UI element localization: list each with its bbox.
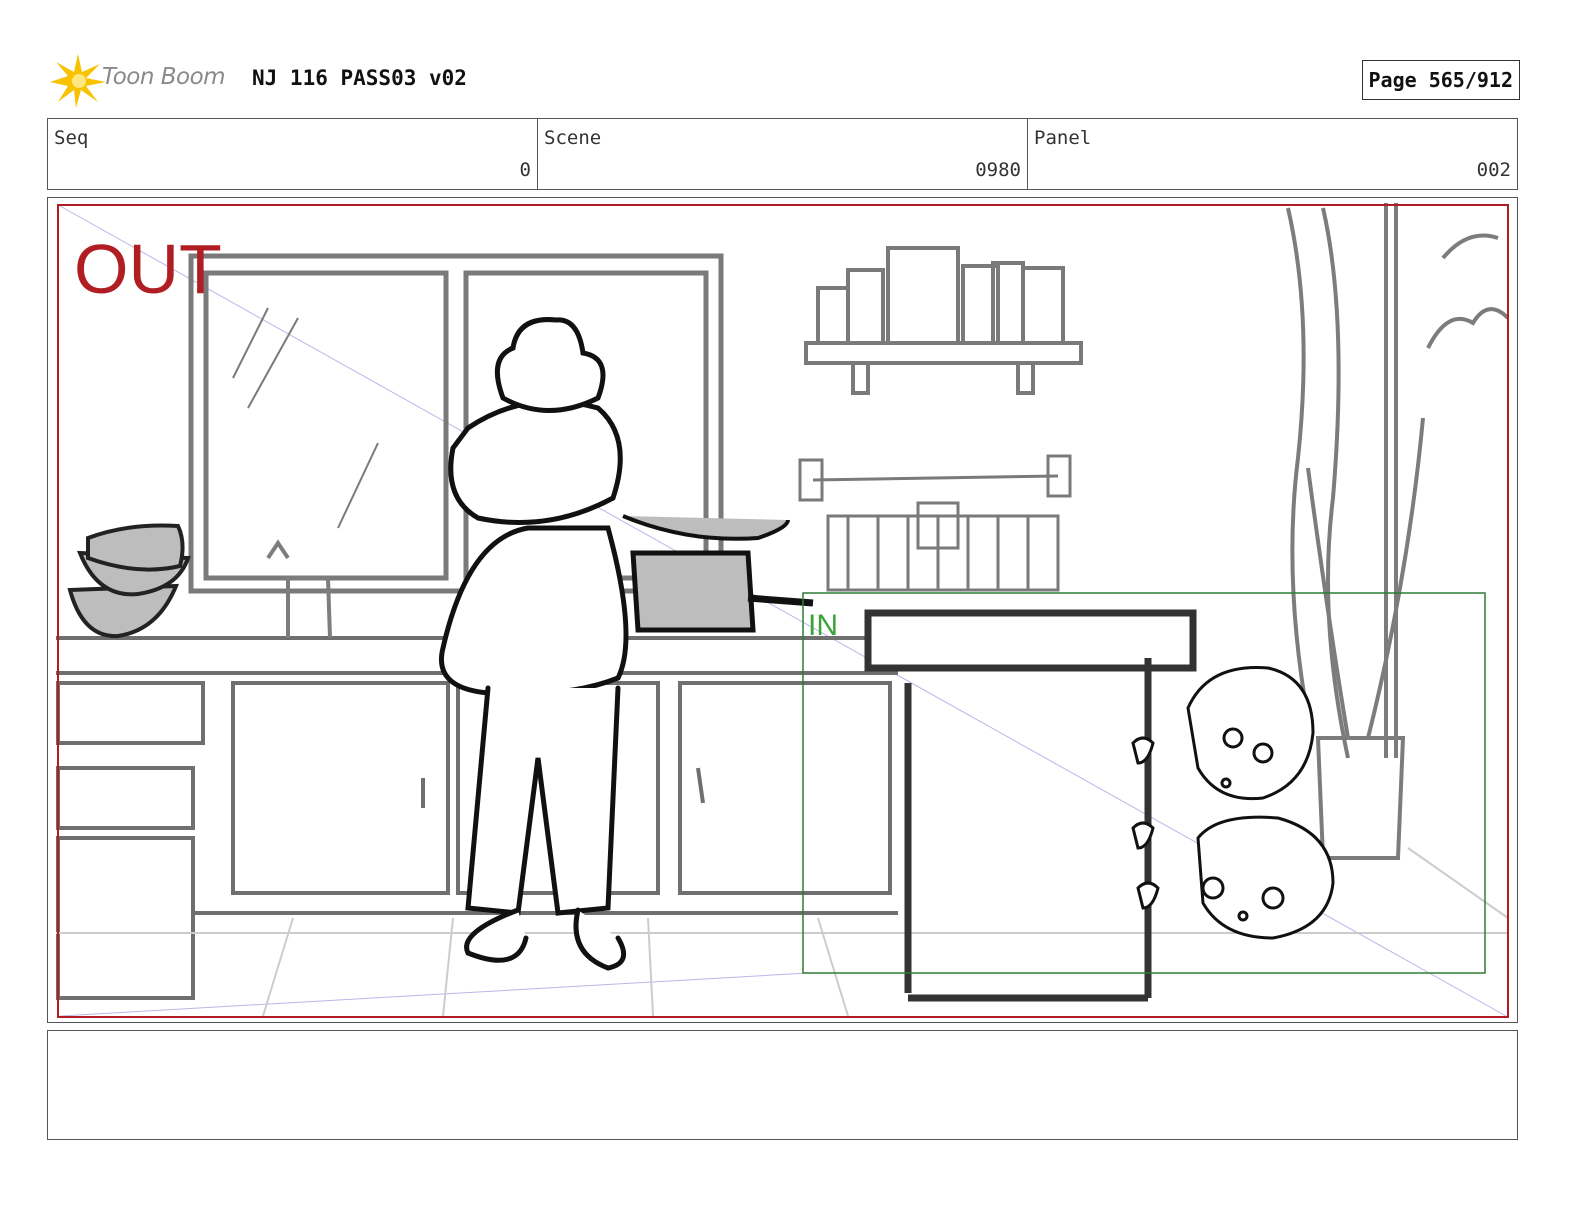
- kitchen-window: [188, 253, 724, 594]
- panel-value: 002: [1476, 159, 1511, 181]
- bowl-stack: [67, 523, 191, 639]
- logo-text: Toon Boom: [102, 64, 226, 90]
- seq-cell: Seq 0: [48, 119, 538, 189]
- panel-notes-box: [47, 1030, 1518, 1140]
- scene-label: Scene: [544, 127, 602, 149]
- in-label: IN: [808, 609, 838, 642]
- parent-character: [439, 317, 629, 971]
- cooking-pot: [622, 514, 814, 633]
- page-number-box: Page 565/912: [1361, 60, 1520, 100]
- panel-sketch: OUT IN: [56, 203, 1510, 1018]
- seq-label: Seq: [54, 127, 89, 149]
- peeking-children: [1131, 666, 1335, 940]
- scene-value: 0980: [975, 159, 1021, 181]
- document-title: NJ 116 PASS03 v02: [252, 66, 467, 90]
- wall-shelf: [804, 246, 1083, 395]
- scene-cell: Scene 0980: [538, 119, 1028, 189]
- camera-move-guide-bottom: [59, 972, 809, 1017]
- seq-value: 0: [519, 159, 531, 181]
- scene-info-row: Seq 0 Scene 0980 Panel 002: [47, 118, 1518, 190]
- toon-boom-logo: Toon Boom: [48, 50, 238, 110]
- panel-cell: Panel 002: [1028, 119, 1517, 189]
- storyboard-panel: OUT IN: [47, 197, 1518, 1023]
- curtain-and-plant: [1286, 203, 1510, 860]
- page-header: Toon Boom NJ 116 PASS03 v02 Page 565/912: [48, 50, 1520, 110]
- out-label: OUT: [74, 230, 222, 308]
- kitchen-island: [864, 609, 1197, 1002]
- panel-label: Panel: [1034, 127, 1092, 149]
- dish-rack: [798, 454, 1072, 592]
- starburst-icon: [50, 54, 106, 108]
- page-number: Page 565/912: [1368, 68, 1514, 92]
